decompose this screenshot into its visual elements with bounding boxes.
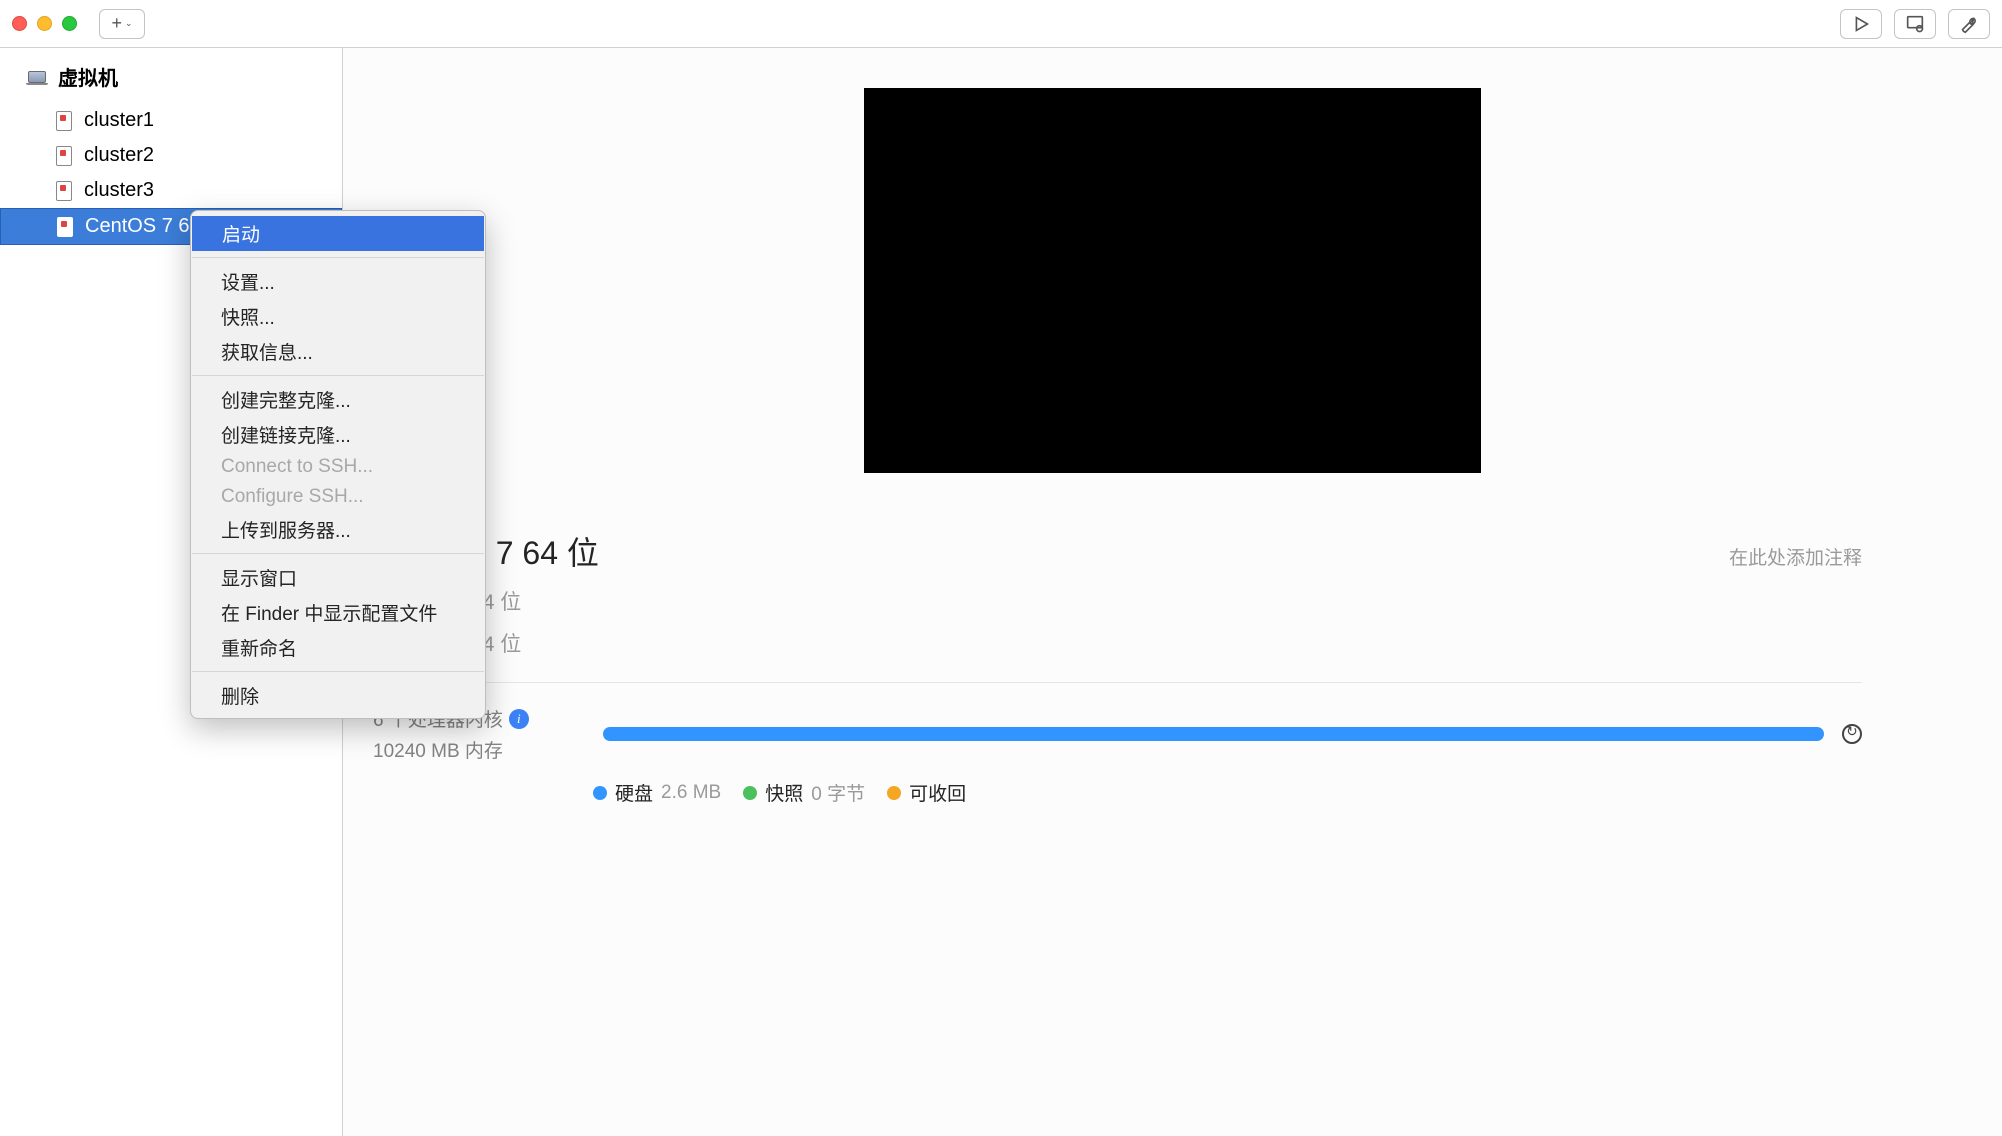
vm-label: cluster1 bbox=[84, 109, 154, 132]
toolbar-right bbox=[1840, 9, 1990, 39]
legend-snapshot: 快照 0 字节 bbox=[743, 779, 865, 806]
legend-reclaim-label: 可收回 bbox=[909, 779, 966, 806]
spec-row: 6 个处理器内核 i 10240 MB 内存 bbox=[373, 705, 1972, 763]
play-button[interactable] bbox=[1840, 9, 1882, 39]
vm-title-row: CentOS 7 64 位 在此处添加注释 bbox=[489, 528, 1972, 574]
menu-linked-clone[interactable]: 创建链接克隆... bbox=[191, 417, 485, 452]
menu-get-info[interactable]: 获取信息... bbox=[191, 334, 485, 369]
menu-separator bbox=[192, 671, 484, 672]
vm-item-cluster1[interactable]: cluster1 bbox=[0, 103, 342, 138]
vm-icon bbox=[57, 217, 73, 237]
sidebar-header-label: 虚拟机 bbox=[58, 62, 118, 91]
vm-preview[interactable] bbox=[864, 88, 1481, 473]
menu-snapshot[interactable]: 快照... bbox=[191, 299, 485, 334]
maximize-button[interactable] bbox=[62, 16, 77, 31]
legend-disk: 硬盘 2.6 MB bbox=[593, 779, 721, 806]
legend-reclaim: 可收回 bbox=[887, 779, 966, 806]
minimize-button[interactable] bbox=[37, 16, 52, 31]
menu-configure-ssh: Configure SSH... bbox=[191, 482, 485, 512]
dot-blue-icon bbox=[593, 786, 607, 800]
vm-label: CentOS 7 64 bbox=[85, 215, 201, 238]
vm-subtitle: CentOS 7 64 位 bbox=[373, 586, 1972, 616]
disk-usage-bar bbox=[603, 727, 1824, 741]
menu-settings[interactable]: 设置... bbox=[191, 264, 485, 299]
vm-notes-placeholder[interactable]: 在此处添加注释 bbox=[1729, 543, 1862, 570]
menu-delete[interactable]: 删除 bbox=[191, 678, 485, 713]
vm-label: cluster2 bbox=[84, 144, 154, 167]
menu-separator bbox=[192, 553, 484, 554]
chevron-down-icon: ⌄ bbox=[125, 18, 133, 29]
menu-separator bbox=[192, 375, 484, 376]
info-icon[interactable]: i bbox=[509, 709, 529, 729]
menu-show-window[interactable]: 显示窗口 bbox=[191, 560, 485, 595]
legend-row: 硬盘 2.6 MB 快照 0 字节 可收回 bbox=[593, 779, 1972, 806]
window-controls bbox=[12, 16, 77, 31]
legend-disk-value: 2.6 MB bbox=[661, 782, 721, 804]
legend-disk-label: 硬盘 bbox=[615, 779, 653, 806]
laptop-icon bbox=[28, 71, 46, 83]
content-pane: CentOS 7 64 位 在此处添加注释 CentOS 7 64 位 Cent… bbox=[343, 48, 2002, 1136]
menu-start[interactable]: 启动 bbox=[192, 216, 484, 251]
vm-item-cluster3[interactable]: cluster3 bbox=[0, 173, 342, 208]
vm-icon bbox=[56, 146, 72, 166]
sidebar-header[interactable]: 虚拟机 bbox=[0, 56, 342, 97]
snapshot-tool-button[interactable] bbox=[1894, 9, 1936, 39]
plus-icon: + bbox=[111, 13, 122, 34]
menu-upload[interactable]: 上传到服务器... bbox=[191, 512, 485, 547]
vm-icon bbox=[56, 111, 72, 131]
memory-text: 10240 MB 内存 bbox=[373, 736, 593, 763]
menu-full-clone[interactable]: 创建完整克隆... bbox=[191, 382, 485, 417]
legend-snapshot-label: 快照 bbox=[765, 779, 803, 806]
legend-snapshot-value: 0 字节 bbox=[811, 779, 865, 806]
vm-label: cluster3 bbox=[84, 179, 154, 202]
vm-icon bbox=[56, 181, 72, 201]
vm-item-cluster2[interactable]: cluster2 bbox=[0, 138, 342, 173]
close-button[interactable] bbox=[12, 16, 27, 31]
settings-tool-button[interactable] bbox=[1948, 9, 1990, 39]
menu-separator bbox=[192, 257, 484, 258]
dot-green-icon bbox=[743, 786, 757, 800]
context-menu: 启动 设置... 快照... 获取信息... 创建完整克隆... 创建链接克隆.… bbox=[190, 210, 486, 719]
vm-os-subtitle: CentOS 7 64 位 bbox=[373, 628, 1972, 658]
add-button[interactable]: + ⌄ bbox=[99, 9, 145, 39]
titlebar: + ⌄ bbox=[0, 0, 2002, 48]
divider bbox=[373, 682, 1862, 683]
menu-show-in-finder[interactable]: 在 Finder 中显示配置文件 bbox=[191, 595, 485, 630]
menu-connect-ssh: Connect to SSH... bbox=[191, 452, 485, 482]
menu-rename[interactable]: 重新命名 bbox=[191, 630, 485, 665]
refresh-icon[interactable] bbox=[1842, 724, 1862, 744]
dot-orange-icon bbox=[887, 786, 901, 800]
